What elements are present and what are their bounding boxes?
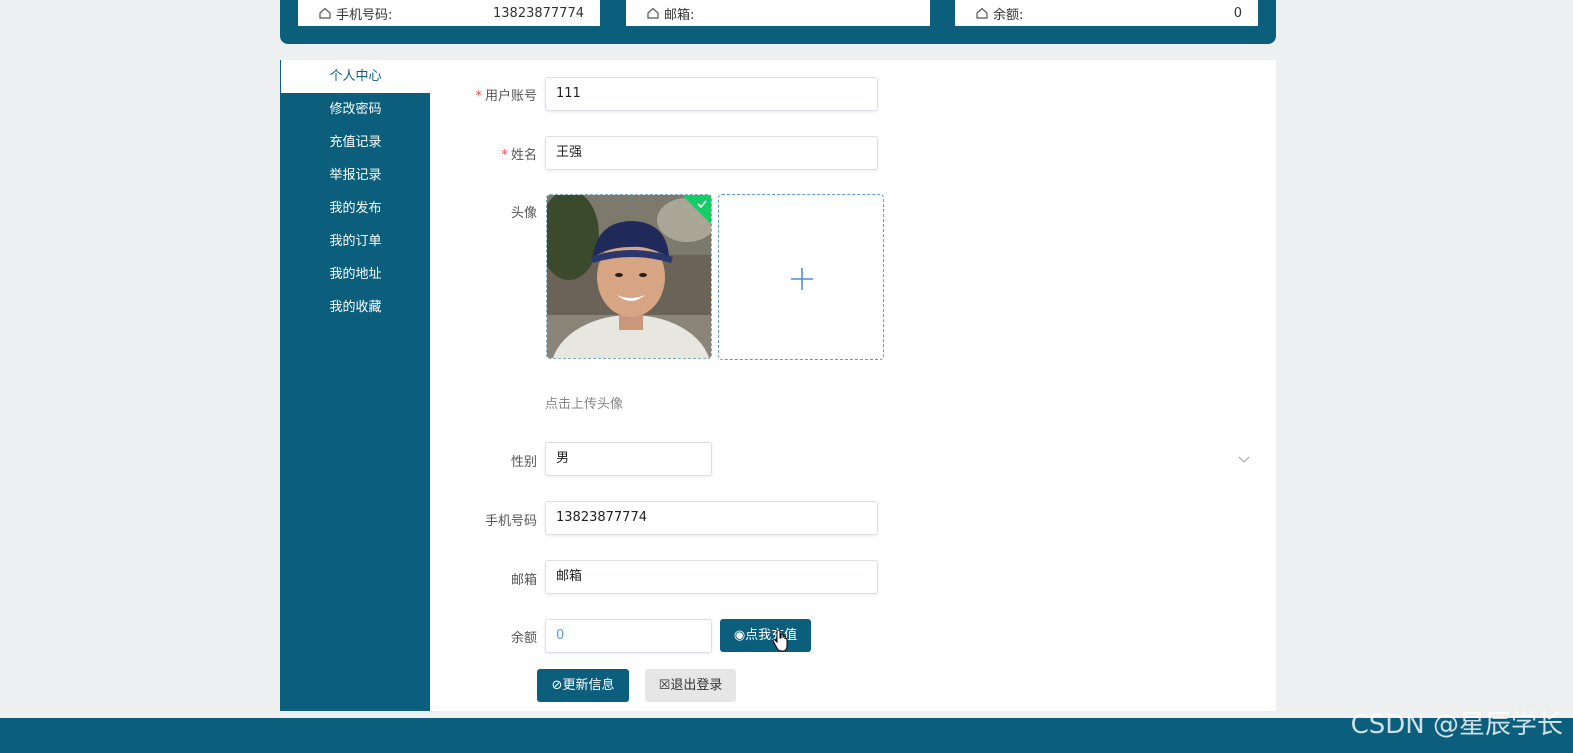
email-label: 邮箱 bbox=[510, 573, 537, 588]
recharge-button[interactable]: ◉点我充值 bbox=[720, 619, 811, 652]
close-square-icon: ☒ bbox=[658, 678, 671, 693]
email-input[interactable]: 邮箱 bbox=[545, 560, 878, 594]
sidebar-item-my-posts[interactable]: 我的发布 bbox=[281, 192, 430, 225]
sidebar-item-profile[interactable]: 个人中心 bbox=[281, 60, 430, 93]
sidebar-item-report-records[interactable]: 举报记录 bbox=[281, 159, 430, 192]
name-label: * 姓名 bbox=[501, 148, 537, 163]
avatar-photo bbox=[547, 195, 711, 358]
avatar-image[interactable] bbox=[546, 194, 712, 359]
balance-input[interactable]: 0 bbox=[545, 619, 712, 653]
sidebar-item-my-orders[interactable]: 我的订单 bbox=[281, 225, 430, 258]
header-balance-box: 余额: 0 bbox=[955, 0, 1258, 26]
sidebar-item-my-addresses[interactable]: 我的地址 bbox=[281, 258, 430, 291]
sidebar-item-recharge-records[interactable]: 充值记录 bbox=[281, 126, 430, 159]
watermark: CSDN @星辰学长 bbox=[1350, 710, 1563, 740]
header-email-box: 邮箱: bbox=[626, 0, 930, 26]
hand-cursor-icon bbox=[772, 630, 788, 652]
avatar-upload-button[interactable] bbox=[718, 194, 884, 360]
phone-label: 手机号码 bbox=[484, 514, 537, 529]
check-icon bbox=[697, 200, 707, 209]
header-balance-value: 0 bbox=[1233, 5, 1242, 21]
update-info-button[interactable]: ⊘更新信息 bbox=[537, 669, 629, 702]
name-input[interactable]: 王强 bbox=[545, 136, 878, 170]
radio-circle-icon: ◉ bbox=[733, 628, 746, 643]
account-input[interactable]: 111 bbox=[545, 77, 878, 111]
home-icon bbox=[976, 7, 988, 19]
header-email-label: 邮箱: bbox=[664, 7, 695, 23]
phone-input[interactable]: 13823877774 bbox=[545, 501, 878, 535]
footer-bar bbox=[0, 718, 1573, 753]
account-label: * 用户账号 bbox=[475, 89, 537, 104]
header-balance-label: 余额: bbox=[993, 7, 1024, 23]
plus-icon bbox=[791, 268, 813, 290]
sidebar-item-my-favorites[interactable]: 我的收藏 bbox=[281, 291, 430, 324]
header-phone-label: 手机号码: bbox=[336, 7, 393, 23]
home-icon bbox=[319, 7, 331, 19]
header-phone-box: 手机号码: 13823877774 bbox=[298, 0, 600, 26]
check-circle-icon: ⊘ bbox=[551, 678, 563, 693]
avatar-label: 头像 bbox=[510, 206, 537, 221]
avatar-upload-hint: 点击上传头像 bbox=[545, 397, 624, 412]
gender-label: 性别 bbox=[510, 455, 537, 470]
sidebar-item-change-password[interactable]: 修改密码 bbox=[281, 93, 430, 126]
required-mark: * bbox=[501, 148, 508, 163]
gender-select[interactable]: 男 bbox=[545, 442, 712, 476]
required-mark: * bbox=[475, 89, 482, 104]
chevron-down-icon[interactable] bbox=[1238, 454, 1250, 464]
home-icon bbox=[647, 7, 659, 19]
balance-label: 余额 bbox=[510, 631, 537, 646]
header-phone-value: 13823877774 bbox=[493, 5, 584, 21]
logout-button[interactable]: ☒退出登录 bbox=[645, 669, 736, 702]
